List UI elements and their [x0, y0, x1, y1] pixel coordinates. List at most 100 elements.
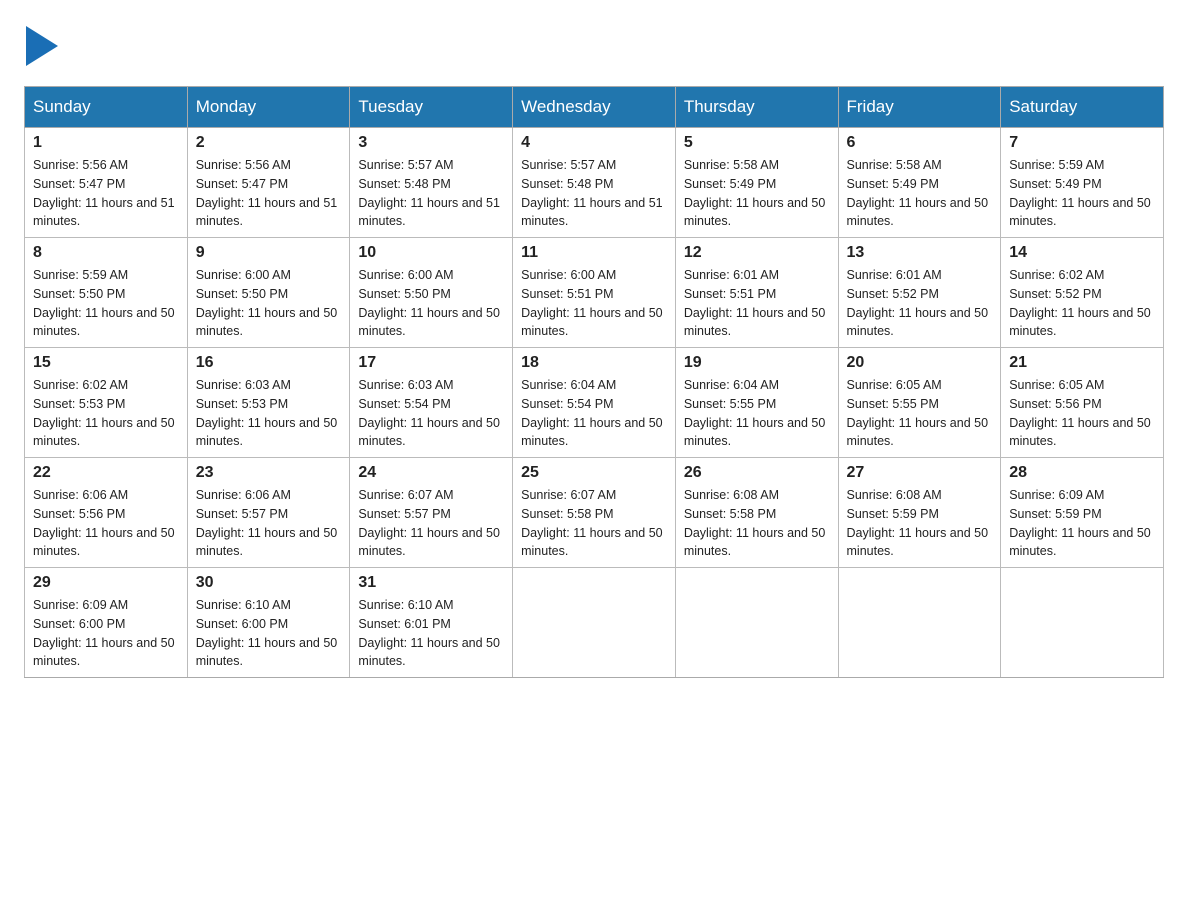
calendar-day-cell: 6 Sunrise: 5:58 AM Sunset: 5:49 PM Dayli… — [838, 128, 1001, 238]
sunrise-label: Sunrise: 6:01 AM — [684, 268, 779, 282]
day-number: 8 — [33, 244, 179, 262]
sunrise-label: Sunrise: 6:03 AM — [358, 378, 453, 392]
calendar-day-cell: 23 Sunrise: 6:06 AM Sunset: 5:57 PM Dayl… — [187, 458, 350, 568]
sunset-label: Sunset: 5:55 PM — [847, 397, 939, 411]
calendar-day-cell: 25 Sunrise: 6:07 AM Sunset: 5:58 PM Dayl… — [513, 458, 676, 568]
calendar-week-row: 15 Sunrise: 6:02 AM Sunset: 5:53 PM Dayl… — [25, 348, 1164, 458]
sunrise-label: Sunrise: 6:00 AM — [196, 268, 291, 282]
daylight-label: Daylight: 11 hours and 50 minutes. — [684, 306, 826, 339]
calendar-day-cell: 3 Sunrise: 5:57 AM Sunset: 5:48 PM Dayli… — [350, 128, 513, 238]
day-info: Sunrise: 5:59 AM Sunset: 5:49 PM Dayligh… — [1009, 156, 1155, 231]
page-header — [24, 24, 1164, 66]
calendar-day-cell: 18 Sunrise: 6:04 AM Sunset: 5:54 PM Dayl… — [513, 348, 676, 458]
day-number: 7 — [1009, 134, 1155, 152]
daylight-label: Daylight: 11 hours and 50 minutes. — [1009, 196, 1151, 229]
sunset-label: Sunset: 5:54 PM — [358, 397, 450, 411]
sunset-label: Sunset: 5:49 PM — [684, 177, 776, 191]
day-info: Sunrise: 6:00 AM Sunset: 5:50 PM Dayligh… — [358, 266, 504, 341]
day-info: Sunrise: 6:06 AM Sunset: 5:56 PM Dayligh… — [33, 486, 179, 561]
calendar-day-cell: 15 Sunrise: 6:02 AM Sunset: 5:53 PM Dayl… — [25, 348, 188, 458]
sunrise-label: Sunrise: 6:10 AM — [358, 598, 453, 612]
day-info: Sunrise: 6:02 AM Sunset: 5:52 PM Dayligh… — [1009, 266, 1155, 341]
daylight-label: Daylight: 11 hours and 50 minutes. — [847, 526, 989, 559]
calendar-day-cell: 7 Sunrise: 5:59 AM Sunset: 5:49 PM Dayli… — [1001, 128, 1164, 238]
sunset-label: Sunset: 5:56 PM — [1009, 397, 1101, 411]
daylight-label: Daylight: 11 hours and 50 minutes. — [358, 636, 500, 669]
calendar-day-cell: 9 Sunrise: 6:00 AM Sunset: 5:50 PM Dayli… — [187, 238, 350, 348]
day-number: 17 — [358, 354, 504, 372]
calendar-day-cell: 26 Sunrise: 6:08 AM Sunset: 5:58 PM Dayl… — [675, 458, 838, 568]
day-info: Sunrise: 5:56 AM Sunset: 5:47 PM Dayligh… — [196, 156, 342, 231]
day-number: 1 — [33, 134, 179, 152]
logo — [24, 24, 58, 66]
calendar-day-cell: 17 Sunrise: 6:03 AM Sunset: 5:54 PM Dayl… — [350, 348, 513, 458]
day-info: Sunrise: 6:08 AM Sunset: 5:58 PM Dayligh… — [684, 486, 830, 561]
sunset-label: Sunset: 6:00 PM — [33, 617, 125, 631]
calendar-day-cell: 16 Sunrise: 6:03 AM Sunset: 5:53 PM Dayl… — [187, 348, 350, 458]
sunrise-label: Sunrise: 5:57 AM — [521, 158, 616, 172]
sunrise-label: Sunrise: 5:59 AM — [1009, 158, 1104, 172]
calendar-day-cell: 21 Sunrise: 6:05 AM Sunset: 5:56 PM Dayl… — [1001, 348, 1164, 458]
day-number: 9 — [196, 244, 342, 262]
day-info: Sunrise: 6:05 AM Sunset: 5:56 PM Dayligh… — [1009, 376, 1155, 451]
day-number: 26 — [684, 464, 830, 482]
day-number: 22 — [33, 464, 179, 482]
calendar-empty-cell — [1001, 568, 1164, 678]
day-number: 16 — [196, 354, 342, 372]
calendar-day-cell: 10 Sunrise: 6:00 AM Sunset: 5:50 PM Dayl… — [350, 238, 513, 348]
sunrise-label: Sunrise: 5:58 AM — [847, 158, 942, 172]
sunrise-label: Sunrise: 5:56 AM — [33, 158, 128, 172]
sunset-label: Sunset: 5:59 PM — [847, 507, 939, 521]
day-number: 18 — [521, 354, 667, 372]
day-info: Sunrise: 6:07 AM Sunset: 5:58 PM Dayligh… — [521, 486, 667, 561]
calendar-day-cell: 29 Sunrise: 6:09 AM Sunset: 6:00 PM Dayl… — [25, 568, 188, 678]
day-number: 3 — [358, 134, 504, 152]
daylight-label: Daylight: 11 hours and 50 minutes. — [521, 526, 663, 559]
daylight-label: Daylight: 11 hours and 50 minutes. — [196, 416, 338, 449]
daylight-label: Daylight: 11 hours and 50 minutes. — [521, 416, 663, 449]
sunset-label: Sunset: 5:52 PM — [1009, 287, 1101, 301]
calendar-day-cell: 5 Sunrise: 5:58 AM Sunset: 5:49 PM Dayli… — [675, 128, 838, 238]
sunset-label: Sunset: 5:50 PM — [33, 287, 125, 301]
calendar-day-cell: 22 Sunrise: 6:06 AM Sunset: 5:56 PM Dayl… — [25, 458, 188, 568]
sunrise-label: Sunrise: 6:04 AM — [684, 378, 779, 392]
sunset-label: Sunset: 5:49 PM — [847, 177, 939, 191]
calendar-day-cell: 14 Sunrise: 6:02 AM Sunset: 5:52 PM Dayl… — [1001, 238, 1164, 348]
day-info: Sunrise: 6:01 AM Sunset: 5:51 PM Dayligh… — [684, 266, 830, 341]
sunrise-label: Sunrise: 6:00 AM — [521, 268, 616, 282]
calendar-empty-cell — [675, 568, 838, 678]
sunset-label: Sunset: 5:56 PM — [33, 507, 125, 521]
day-number: 5 — [684, 134, 830, 152]
sunrise-label: Sunrise: 6:02 AM — [33, 378, 128, 392]
sunrise-label: Sunrise: 6:10 AM — [196, 598, 291, 612]
daylight-label: Daylight: 11 hours and 50 minutes. — [196, 306, 338, 339]
daylight-label: Daylight: 11 hours and 50 minutes. — [33, 306, 175, 339]
day-info: Sunrise: 6:09 AM Sunset: 5:59 PM Dayligh… — [1009, 486, 1155, 561]
day-number: 28 — [1009, 464, 1155, 482]
daylight-label: Daylight: 11 hours and 50 minutes. — [1009, 306, 1151, 339]
sunset-label: Sunset: 5:53 PM — [33, 397, 125, 411]
calendar-week-row: 29 Sunrise: 6:09 AM Sunset: 6:00 PM Dayl… — [25, 568, 1164, 678]
sunrise-label: Sunrise: 5:58 AM — [684, 158, 779, 172]
day-info: Sunrise: 6:00 AM Sunset: 5:51 PM Dayligh… — [521, 266, 667, 341]
daylight-label: Daylight: 11 hours and 50 minutes. — [1009, 416, 1151, 449]
daylight-label: Daylight: 11 hours and 50 minutes. — [33, 526, 175, 559]
daylight-label: Daylight: 11 hours and 50 minutes. — [684, 526, 826, 559]
calendar-header-row: SundayMondayTuesdayWednesdayThursdayFrid… — [25, 87, 1164, 128]
calendar-day-cell: 11 Sunrise: 6:00 AM Sunset: 5:51 PM Dayl… — [513, 238, 676, 348]
day-info: Sunrise: 6:03 AM Sunset: 5:53 PM Dayligh… — [196, 376, 342, 451]
day-number: 29 — [33, 574, 179, 592]
day-number: 4 — [521, 134, 667, 152]
sunrise-label: Sunrise: 6:05 AM — [1009, 378, 1104, 392]
daylight-label: Daylight: 11 hours and 50 minutes. — [847, 306, 989, 339]
day-info: Sunrise: 5:58 AM Sunset: 5:49 PM Dayligh… — [847, 156, 993, 231]
sunrise-label: Sunrise: 6:00 AM — [358, 268, 453, 282]
daylight-label: Daylight: 11 hours and 50 minutes. — [521, 306, 663, 339]
calendar-day-cell: 27 Sunrise: 6:08 AM Sunset: 5:59 PM Dayl… — [838, 458, 1001, 568]
column-header-sunday: Sunday — [25, 87, 188, 128]
sunrise-label: Sunrise: 6:02 AM — [1009, 268, 1104, 282]
daylight-label: Daylight: 11 hours and 50 minutes. — [196, 526, 338, 559]
day-number: 21 — [1009, 354, 1155, 372]
sunrise-label: Sunrise: 6:01 AM — [847, 268, 942, 282]
sunrise-label: Sunrise: 6:04 AM — [521, 378, 616, 392]
